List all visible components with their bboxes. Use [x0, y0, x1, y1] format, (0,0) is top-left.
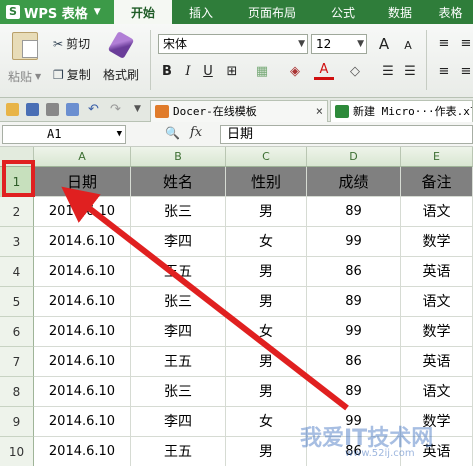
watermark-url: www.52ij.com	[345, 448, 415, 459]
arrow-shaft	[61, 186, 349, 411]
annotation-arrow	[61, 186, 349, 411]
